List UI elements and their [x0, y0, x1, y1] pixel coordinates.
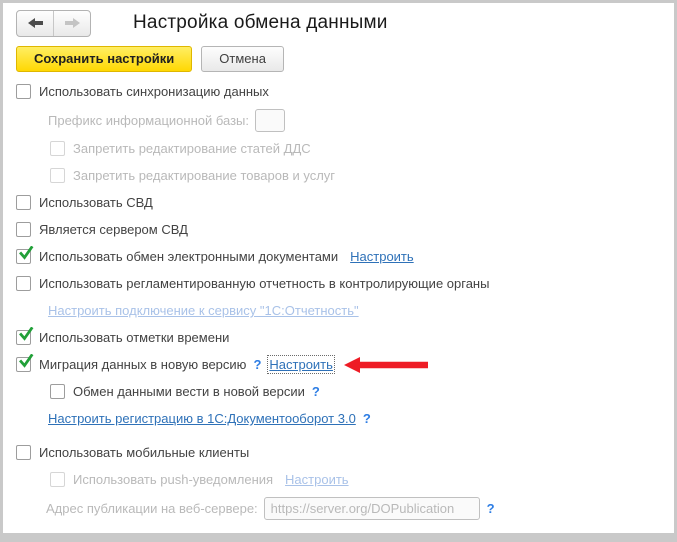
- back-arrow-icon: [27, 18, 43, 28]
- migration-help-icon[interactable]: ?: [253, 357, 261, 372]
- checkbox-edi-label: Использовать обмен электронными документ…: [39, 249, 339, 264]
- checkbox-mobile-label: Использовать мобильные клиенты: [39, 445, 250, 460]
- checkbox-edi[interactable]: [16, 246, 34, 264]
- edi-configure-link[interactable]: Настроить: [350, 249, 414, 264]
- checkbox-svd-server-label: Является сервером СВД: [39, 222, 188, 237]
- checkbox-migration-label: Миграция данных в новую версию: [39, 357, 247, 372]
- nav-buttons: [16, 9, 91, 37]
- settings-window: Настройка обмена данными Сохранить настр…: [0, 0, 677, 542]
- do3-registration-link[interactable]: Настроить регистрацию в 1С:Документообор…: [48, 411, 356, 426]
- reports-service-link: Настроить подключение к сервису "1С:Отче…: [48, 303, 359, 318]
- forward-button: [54, 11, 90, 36]
- row-svd: Использовать СВД: [16, 189, 674, 216]
- check-icon: [19, 327, 34, 341]
- checkbox-forbid-goods: [50, 168, 65, 183]
- row-address: Адрес публикации на веб-сервере: ?: [16, 493, 674, 523]
- row-sync: Использовать синхронизацию данных: [16, 78, 674, 105]
- row-mobile: Использовать мобильные клиенты: [16, 439, 674, 466]
- save-settings-button[interactable]: Сохранить настройки: [16, 45, 193, 72]
- checkbox-forbid-dds-label: Запретить редактирование статей ДДС: [73, 141, 311, 156]
- prefix-input: [255, 108, 286, 132]
- row-migration: Миграция данных в новую версию ? Настрои…: [16, 351, 674, 378]
- checkbox-svd-label: Использовать СВД: [39, 195, 153, 210]
- back-button[interactable]: [17, 11, 53, 36]
- forward-arrow-icon: [64, 18, 80, 28]
- red-arrow-annotation-icon: [343, 356, 429, 374]
- page-title: Настройка обмена данными: [133, 12, 388, 33]
- checkbox-timestamps[interactable]: [16, 327, 34, 345]
- checkbox-forbid-dds: [50, 141, 65, 156]
- row-new-version: Обмен данными вести в новой версии ?: [16, 378, 674, 405]
- checkbox-svd-server[interactable]: [16, 222, 31, 237]
- row-reports: Использовать регламентированную отчетнос…: [16, 270, 674, 297]
- checkbox-new-version[interactable]: [50, 384, 65, 399]
- row-svd-server: Является сервером СВД: [16, 216, 674, 243]
- row-prefix: Префикс информационной базы:: [16, 105, 674, 135]
- checkbox-timestamps-label: Использовать отметки времени: [39, 330, 230, 345]
- checkbox-push-label: Использовать push-уведомления: [73, 472, 274, 487]
- row-push: Использовать push-уведомления Настроить: [16, 466, 674, 493]
- checkbox-sync-label: Использовать синхронизацию данных: [39, 84, 269, 99]
- push-configure-link: Настроить: [285, 472, 349, 487]
- row-forbid-dds: Запретить редактирование статей ДДС: [16, 135, 674, 162]
- checkbox-push: [50, 472, 65, 487]
- checkbox-sync[interactable]: [16, 84, 31, 99]
- address-input: [263, 496, 480, 520]
- checkbox-reports[interactable]: [16, 276, 31, 291]
- check-icon: [19, 246, 34, 260]
- migration-configure-link[interactable]: Настроить: [267, 355, 335, 374]
- row-edi: Использовать обмен электронными документ…: [16, 243, 674, 270]
- check-icon: [19, 354, 34, 368]
- header: Настройка обмена данными: [16, 3, 674, 37]
- row-do3-link: Настроить регистрацию в 1С:Документообор…: [16, 405, 674, 432]
- checkbox-reports-label: Использовать регламентированную отчетнос…: [39, 276, 490, 291]
- toolbar: Сохранить настройки Отмена: [16, 45, 674, 72]
- row-timestamps: Использовать отметки времени: [16, 324, 674, 351]
- row-reports-link: Настроить подключение к сервису "1С:Отче…: [16, 297, 674, 324]
- checkbox-mobile[interactable]: [16, 445, 31, 460]
- row-forbid-goods: Запретить редактирование товаров и услуг: [16, 162, 674, 189]
- checkbox-new-version-label: Обмен данными вести в новой версии: [73, 384, 305, 399]
- cancel-button[interactable]: Отмена: [201, 45, 284, 72]
- checkbox-migration[interactable]: [16, 354, 34, 372]
- address-help-icon[interactable]: ?: [487, 501, 495, 516]
- new-version-help-icon[interactable]: ?: [312, 384, 320, 399]
- checkbox-svd[interactable]: [16, 195, 31, 210]
- checkbox-forbid-goods-label: Запретить редактирование товаров и услуг: [73, 168, 336, 183]
- do3-help-icon[interactable]: ?: [363, 411, 371, 426]
- prefix-label: Префикс информационной базы:: [48, 112, 250, 128]
- address-label: Адрес публикации на веб-сервере:: [46, 500, 258, 516]
